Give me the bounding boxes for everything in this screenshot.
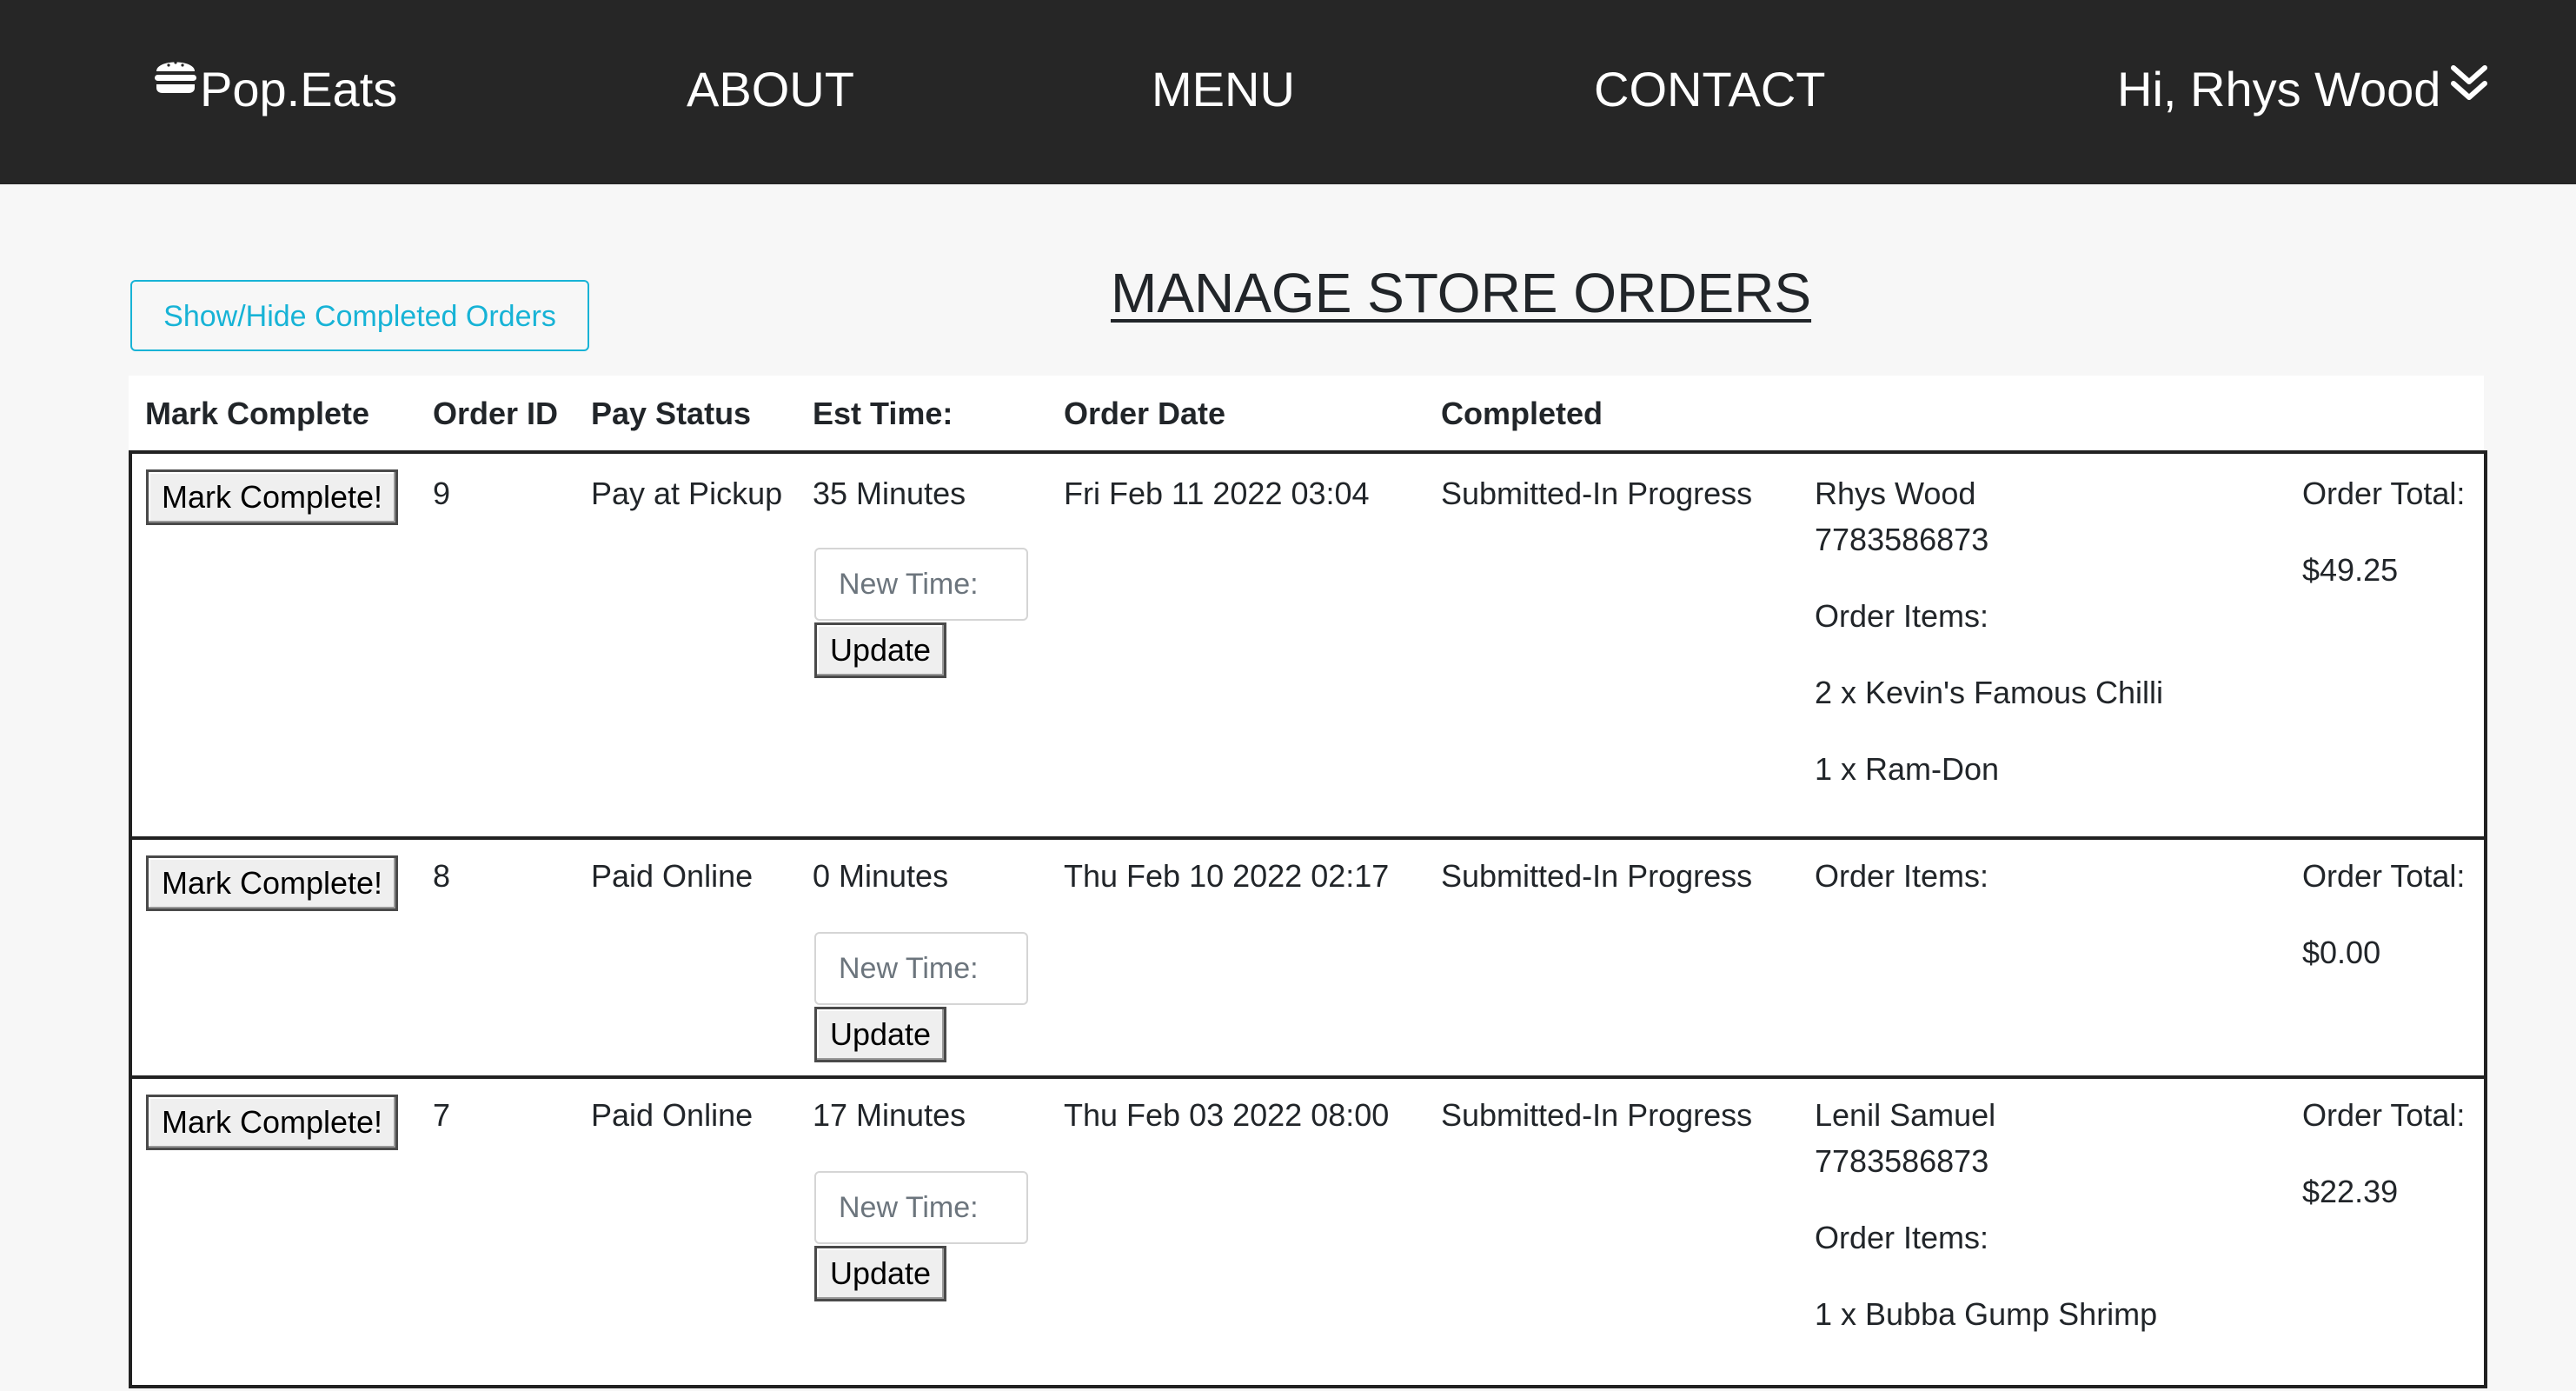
mark-complete-button[interactable]: Mark Complete! <box>146 855 398 911</box>
order-total-value: $22.39 <box>2302 1174 2399 1209</box>
column-header-order-date: Order Date <box>1064 396 1226 431</box>
double-chevron-down-icon <box>2449 0 2489 176</box>
order-id: 7 <box>433 1097 451 1133</box>
order-total-value: $0.00 <box>2302 935 2381 970</box>
est-time: 35 Minutes <box>813 476 966 511</box>
nav-contact[interactable]: CONTACT <box>1594 0 1826 184</box>
user-menu[interactable]: Hi, Rhys Wood <box>2117 0 2489 184</box>
toggle-completed-orders-button[interactable]: Show/Hide Completed Orders <box>130 280 589 351</box>
order-date: Fri Feb 11 2022 03:04 <box>1064 476 1370 511</box>
order-row: Mark Complete! 9 Pay at Pickup 35 Minute… <box>129 450 2487 840</box>
customer-phone: 7783586873 <box>1815 522 1989 557</box>
order-row: Mark Complete! 8 Paid Online 0 Minutes U… <box>129 836 2487 1080</box>
update-time-button[interactable]: Update <box>814 1246 946 1301</box>
order-status: Submitted-In Progress <box>1441 858 1753 894</box>
nav-menu[interactable]: MENU <box>1152 0 1295 184</box>
order-item: 1 x Bubba Gump Shrimp <box>1815 1296 2158 1332</box>
new-time-input[interactable] <box>814 548 1028 621</box>
pay-status: Pay at Pickup <box>591 476 783 511</box>
pay-status: Paid Online <box>591 1097 754 1133</box>
burger-icon <box>153 0 198 169</box>
column-header-order-id: Order ID <box>433 396 559 431</box>
customer-phone: 7783586873 <box>1815 1143 1989 1179</box>
order-total-label: Order Total: <box>2302 858 2466 894</box>
brand-link[interactable]: Pop.Eats <box>153 0 397 184</box>
page-title: MANAGE STORE ORDERS <box>1111 262 1812 324</box>
customer-name: Lenil Samuel <box>1815 1097 1996 1133</box>
order-row: Mark Complete! 7 Paid Online 17 Minutes … <box>129 1075 2487 1388</box>
customer-name: Rhys Wood <box>1815 476 1976 511</box>
user-greeting: Hi, Rhys Wood <box>2117 62 2441 116</box>
column-header-pay-status: Pay Status <box>591 396 752 431</box>
order-total-label: Order Total: <box>2302 476 2466 511</box>
new-time-input[interactable] <box>814 932 1028 1005</box>
order-id: 9 <box>433 476 451 511</box>
mark-complete-button[interactable]: Mark Complete! <box>146 469 398 525</box>
new-time-input[interactable] <box>814 1171 1028 1244</box>
order-item: 1 x Ram-Don <box>1815 751 2000 787</box>
nav-about[interactable]: ABOUT <box>687 0 854 184</box>
order-date: Thu Feb 10 2022 02:17 <box>1064 858 1390 894</box>
column-header-est-time: Est Time: <box>813 396 953 431</box>
est-time: 0 Minutes <box>813 858 949 894</box>
navbar: Pop.Eats ABOUT MENU CONTACT Hi, Rhys Woo… <box>0 0 2576 184</box>
order-status: Submitted-In Progress <box>1441 1097 1753 1133</box>
column-header-mark-complete: Mark Complete <box>145 396 370 431</box>
brand-label: Pop.Eats <box>200 62 398 116</box>
order-total-label: Order Total: <box>2302 1097 2466 1133</box>
update-time-button[interactable]: Update <box>814 622 946 678</box>
order-items-label: Order Items: <box>1815 598 1989 634</box>
mark-complete-button[interactable]: Mark Complete! <box>146 1095 398 1150</box>
order-date: Thu Feb 03 2022 08:00 <box>1064 1097 1390 1133</box>
order-items-label: Order Items: <box>1815 858 1989 894</box>
pay-status: Paid Online <box>591 858 754 894</box>
order-item: 2 x Kevin's Famous Chilli <box>1815 675 2164 710</box>
order-total-value: $49.25 <box>2302 552 2399 588</box>
column-header-completed: Completed <box>1441 396 1603 431</box>
table-header: Mark Complete Order ID Pay Status Est Ti… <box>129 376 2484 452</box>
order-status: Submitted-In Progress <box>1441 476 1753 511</box>
est-time: 17 Minutes <box>813 1097 966 1133</box>
order-items-label: Order Items: <box>1815 1220 1989 1255</box>
order-id: 8 <box>433 858 451 894</box>
update-time-button[interactable]: Update <box>814 1007 946 1062</box>
